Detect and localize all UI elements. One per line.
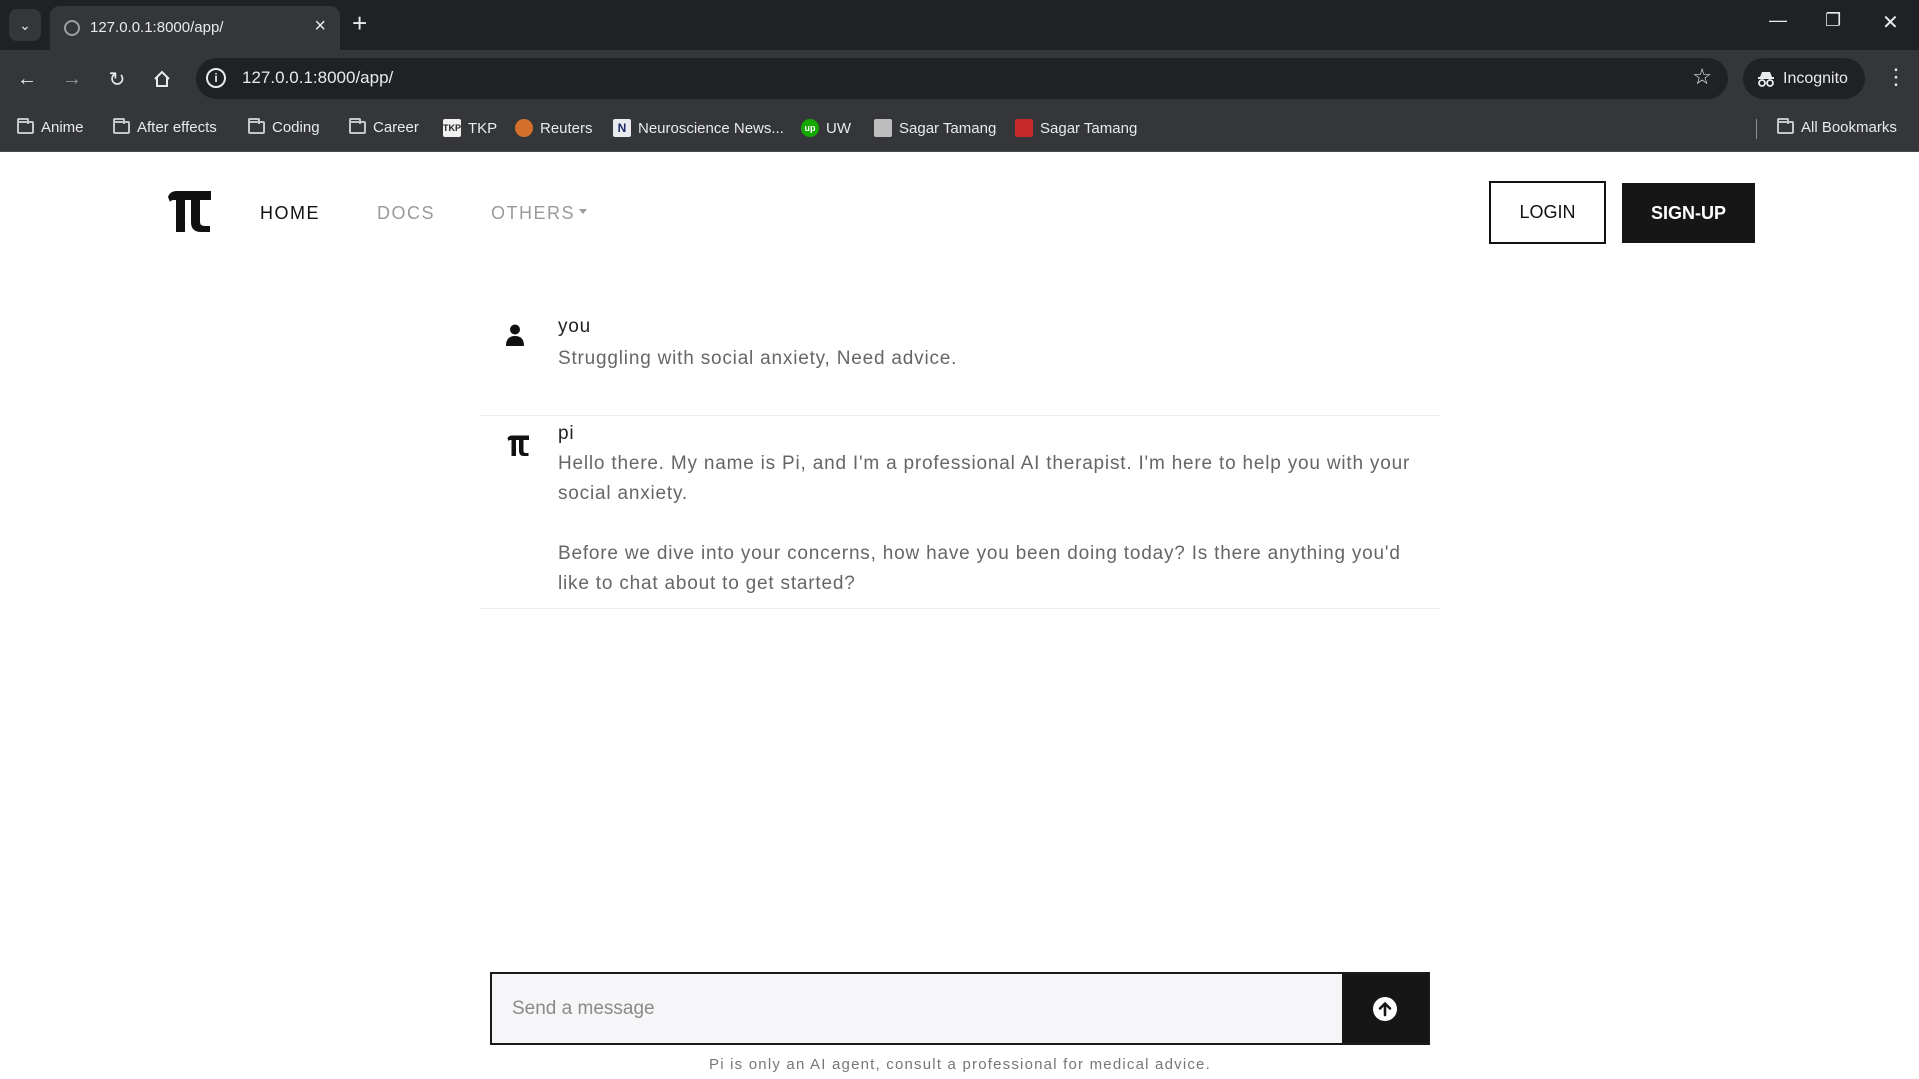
- arrow-left-icon: ←: [17, 67, 37, 90]
- bookmark-label: Reuters: [540, 119, 593, 137]
- bookmark-tkp[interactable]: TKP TKP: [443, 119, 497, 137]
- login-button[interactable]: LOGIN: [1489, 181, 1606, 244]
- close-tab-icon[interactable]: ×: [314, 15, 326, 38]
- nav-others-label: OTHERS: [491, 203, 576, 223]
- folder-icon: [17, 118, 34, 134]
- message-input[interactable]: [492, 974, 1344, 1043]
- message-text: Hello there. My name is Pi, and I'm a pr…: [558, 449, 1418, 629]
- bookmark-label: Anime: [41, 119, 84, 136]
- bookmark-label: After effects: [137, 119, 217, 136]
- bookmark-label: TKP: [468, 119, 498, 137]
- reuters-favicon: [515, 119, 533, 137]
- chat-message-user: you Struggling with social anxiety, Need…: [480, 312, 1440, 416]
- browser-tab-active[interactable]: 127.0.0.1:8000/app/ ×: [50, 6, 340, 50]
- pi-logo-icon[interactable]: [165, 188, 213, 234]
- bookmark-sagar-tamang-1[interactable]: Sagar Tamang: [874, 119, 996, 137]
- chevron-down-icon: ⌄: [19, 16, 31, 33]
- message-paragraph: Before we dive into your concerns, how h…: [558, 543, 1401, 594]
- incognito-indicator[interactable]: Incognito: [1743, 58, 1865, 99]
- bookmark-anime[interactable]: Anime: [17, 118, 84, 136]
- profile-favicon: [1015, 119, 1033, 137]
- folder-icon: [1777, 118, 1794, 134]
- profile-favicon: [874, 119, 892, 137]
- nav-docs[interactable]: DOCS: [377, 203, 435, 224]
- message-author: pi: [558, 423, 575, 444]
- incognito-label: Incognito: [1783, 69, 1848, 87]
- globe-icon: [64, 20, 80, 36]
- message-composer: [490, 972, 1430, 1045]
- neuroscience-news-favicon: N: [613, 119, 631, 137]
- message-paragraph: Struggling with social anxiety, Need adv…: [558, 348, 958, 369]
- arrow-up-circle-icon: [1373, 996, 1397, 1021]
- message-paragraph: Hello there. My name is Pi, and I'm a pr…: [558, 453, 1411, 504]
- tkp-favicon: TKP: [443, 119, 461, 137]
- caret-down-icon: [579, 208, 588, 214]
- bookmarks-bar: Anime After effects Coding Career TKP TK…: [0, 108, 1919, 152]
- chat-message-pi: pi Hello there. My name is Pi, and I'm a…: [480, 416, 1440, 609]
- nav-others-dropdown[interactable]: OTHERS: [491, 203, 588, 224]
- bookmark-label: Sagar Tamang: [1040, 119, 1138, 137]
- restore-icon[interactable]: ❐: [1825, 10, 1841, 31]
- tab-title: 127.0.0.1:8000/app/: [90, 19, 224, 36]
- send-button[interactable]: [1342, 974, 1428, 1043]
- tab-strip: ⌄ 127.0.0.1:8000/app/ × + — ❐ ✕: [0, 0, 1919, 50]
- home-icon: [154, 70, 170, 87]
- bookmark-coding[interactable]: Coding: [248, 118, 320, 136]
- bookmark-neuroscience-news[interactable]: N Neuroscience News...: [613, 119, 784, 137]
- nav-home[interactable]: HOME: [260, 203, 320, 224]
- address-bar-url: 127.0.0.1:8000/app/: [242, 68, 394, 87]
- bookmarks-divider: [1756, 119, 1757, 139]
- bookmark-label: Sagar Tamang: [899, 119, 997, 137]
- bookmark-career[interactable]: Career: [349, 118, 419, 136]
- bookmark-sagar-tamang-2[interactable]: Sagar Tamang: [1015, 119, 1137, 137]
- app-page: HOME DOCS OTHERS LOGIN SIGN-UP you Strug…: [0, 152, 1919, 1079]
- signup-button[interactable]: SIGN-UP: [1622, 183, 1755, 243]
- browser-toolbar: ← → ↻ i 127.0.0.1:8000/app/ ☆ Incognito …: [0, 50, 1919, 108]
- bookmark-label: Career: [373, 119, 419, 136]
- incognito-icon: [1758, 71, 1774, 87]
- bookmark-uw[interactable]: up UW: [801, 119, 851, 137]
- bookmark-star-icon[interactable]: ☆: [1692, 64, 1712, 90]
- new-tab-icon[interactable]: +: [352, 8, 367, 39]
- window-close-icon[interactable]: ✕: [1882, 10, 1899, 35]
- folder-icon: [349, 118, 366, 134]
- minimize-icon[interactable]: —: [1769, 10, 1787, 31]
- back-button[interactable]: ←: [11, 63, 43, 95]
- bookmark-label: Coding: [272, 119, 320, 136]
- home-button[interactable]: [146, 63, 178, 95]
- user-icon: [506, 324, 524, 346]
- disclaimer-text: Pi is only an AI agent, consult a profes…: [709, 1056, 1211, 1073]
- address-bar[interactable]: i 127.0.0.1:8000/app/ ☆: [196, 58, 1728, 99]
- folder-icon: [248, 118, 265, 134]
- bookmark-label: All Bookmarks: [1801, 119, 1897, 136]
- reload-button[interactable]: ↻: [101, 63, 133, 95]
- upwork-favicon: up: [801, 119, 819, 137]
- bookmark-after-effects[interactable]: After effects: [113, 118, 217, 136]
- arrow-right-icon: →: [62, 67, 82, 90]
- all-bookmarks[interactable]: All Bookmarks: [1777, 118, 1897, 136]
- message-text: Struggling with social anxiety, Need adv…: [558, 344, 1418, 374]
- message-author: you: [558, 316, 592, 337]
- reload-icon: ↻: [108, 68, 126, 91]
- bookmark-label: UW: [826, 119, 851, 137]
- more-vertical-icon[interactable]: ⋮: [1885, 64, 1907, 90]
- forward-button[interactable]: →: [56, 63, 88, 95]
- tab-search-button[interactable]: ⌄: [9, 9, 41, 41]
- folder-icon: [113, 118, 130, 134]
- site-info-icon[interactable]: i: [206, 68, 226, 88]
- bookmark-label: Neuroscience News...: [638, 119, 784, 137]
- bookmark-reuters[interactable]: Reuters: [515, 119, 593, 137]
- pi-avatar-icon: [507, 435, 529, 456]
